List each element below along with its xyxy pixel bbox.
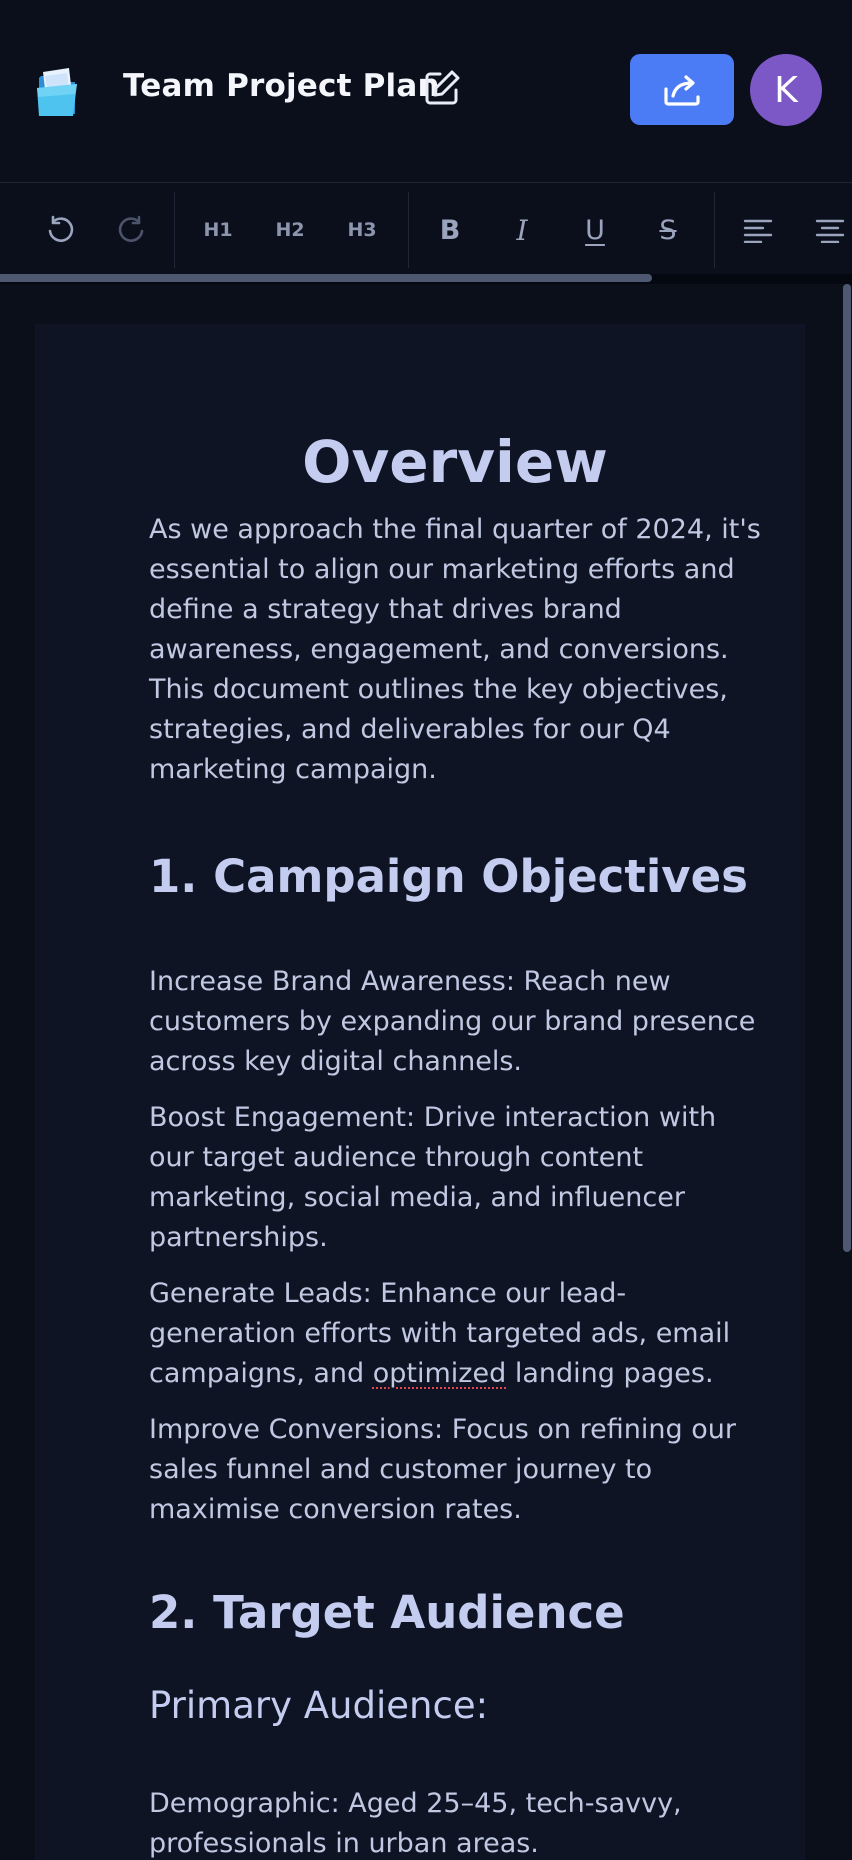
undo-icon [48,215,74,242]
pencil-square-icon [425,70,460,105]
section1-heading: 1. Campaign Objectives [149,850,748,903]
align-left-button[interactable] [730,202,786,258]
avatar[interactable]: K [750,54,822,126]
share-button[interactable] [630,54,734,125]
toolbar-scrollbar[interactable] [0,274,652,282]
document-area: Overview As we approach the final quarte… [0,284,852,1860]
section2-heading: 2. Target Audience [149,1586,625,1639]
objective-item: Increase Brand Awareness: Reach new cust… [149,966,756,1077]
strikethrough-label: S [659,214,677,246]
heading2-label: H2 [275,219,305,241]
objective-text-tail: landing pages. [506,1358,714,1389]
bold-button[interactable]: B [422,202,478,258]
redo-icon [118,215,144,242]
align-left-icon [743,219,773,243]
document-scrollbar[interactable] [843,284,851,1252]
document-page: Overview As we approach the final quarte… [35,324,805,1860]
objective-item: Boost Engagement: Drive interaction with… [149,1102,717,1253]
redo-button[interactable] [104,202,160,258]
strikethrough-button[interactable]: S [640,202,696,258]
objective-item: Improve Conversions: Focus on refining o… [149,1414,736,1525]
overview-heading: Overview [302,428,608,496]
intro-paragraph: As we approach the final quarter of 2024… [149,514,761,785]
spellcheck-word[interactable]: optimized [373,1358,506,1389]
toolbar-divider [408,192,409,268]
underline-button[interactable]: U [567,202,623,258]
italic-button[interactable]: I [494,202,550,258]
formatting-toolbar: H1 H2 H3 B I U S [0,184,852,284]
toolbar-divider [714,192,715,268]
heading3-button[interactable]: H3 [334,202,390,258]
edit-title-button[interactable] [420,66,464,110]
heading1-label: H1 [203,219,233,241]
bold-label: B [439,214,461,246]
folder-logo-icon[interactable] [33,64,83,118]
undo-button[interactable] [32,202,88,258]
document-title[interactable]: Team Project Plan [123,68,440,104]
share-arrow-icon [664,74,700,106]
primary-audience-heading: Primary Audience: [149,1684,489,1727]
align-center-button[interactable] [802,202,852,258]
heading2-button[interactable]: H2 [262,202,318,258]
toolbar-divider [174,192,175,268]
italic-label: I [516,213,528,247]
underline-label: U [585,214,605,246]
heading3-label: H3 [347,219,377,241]
heading1-button[interactable]: H1 [190,202,246,258]
demographic-paragraph: Demographic: Aged 25–45, tech-savvy, pro… [149,1788,682,1859]
app-header: Team Project Plan K [0,0,852,183]
align-center-icon [815,219,845,243]
objective-item: Generate Leads: Enhance our lead-generat… [149,1274,769,1394]
